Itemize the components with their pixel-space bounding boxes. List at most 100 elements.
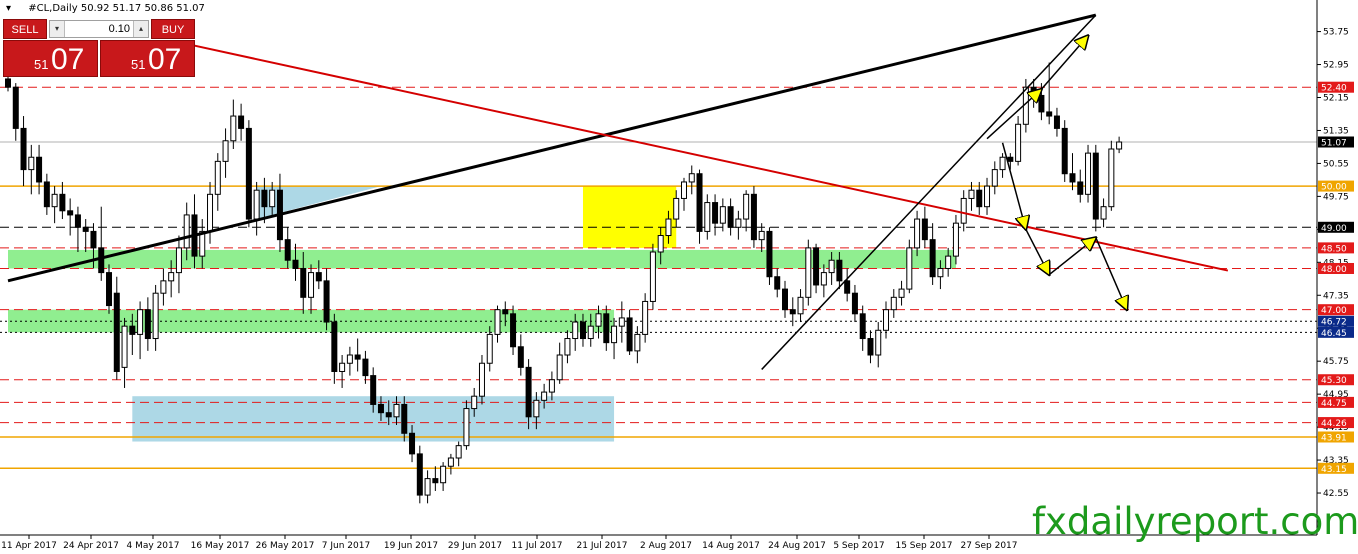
watermark-text: fxdailyreport.com <box>1032 500 1358 543</box>
y-tick-label: 50.55 <box>1323 159 1349 169</box>
candle-body <box>680 181 687 199</box>
candle-body <box>618 317 625 327</box>
candle-body <box>346 354 353 364</box>
x-tick-label: 16 May 2017 <box>191 541 250 551</box>
candle-body <box>603 313 610 344</box>
candle-body <box>805 247 812 298</box>
quantity-input[interactable]: ▾ 0.10 ▴ <box>49 20 149 38</box>
candle-body <box>1100 206 1107 220</box>
candle-body <box>1038 94 1045 113</box>
x-tick-label: 29 Jun 2017 <box>448 541 502 551</box>
candle-body <box>921 218 928 241</box>
candle-body <box>59 193 66 212</box>
candle-body <box>432 478 439 484</box>
candle-body <box>766 230 773 278</box>
candle-body <box>673 197 680 220</box>
price-label: 44.75 <box>1321 399 1347 409</box>
candle-body <box>129 325 136 335</box>
buy-price-big: 07 <box>148 43 182 76</box>
candle-body <box>168 272 175 282</box>
candle-body <box>533 399 540 418</box>
candle-body <box>906 247 913 290</box>
x-tick-label: 14 Aug 2017 <box>702 541 760 551</box>
candle-body <box>758 230 765 241</box>
candle-body <box>370 375 377 405</box>
candle-body <box>859 313 866 340</box>
candle-body <box>5 78 11 88</box>
candle-body <box>844 280 851 294</box>
arrow-layer <box>986 36 1127 310</box>
candle-body <box>230 115 237 142</box>
candle-body <box>245 127 252 220</box>
candle-body <box>719 206 726 224</box>
candle-body <box>315 272 322 282</box>
candle-body <box>548 379 555 393</box>
y-tick-label: 53.75 <box>1323 28 1349 38</box>
projection-arrow <box>1040 36 1088 90</box>
candle-body <box>463 408 470 447</box>
candle-body <box>36 156 43 183</box>
candle-body <box>160 280 167 294</box>
one-click-trading-panel: SELL ▾ 0.10 ▴ BUY 51 07 51 07 <box>3 19 195 77</box>
price-chart: 53.7552.9552.1551.3550.5549.7548.9548.15… <box>0 0 1354 551</box>
sell-button[interactable]: SELL <box>3 19 47 39</box>
candle-body <box>634 333 641 352</box>
candle-body <box>696 173 703 232</box>
candle-body <box>774 276 781 290</box>
candle-body <box>782 288 788 311</box>
x-tick-label: 11 Jul 2017 <box>512 541 563 551</box>
candle-body <box>898 288 905 298</box>
candle-body <box>98 247 105 274</box>
candle-body <box>393 403 400 418</box>
candle-body <box>28 156 35 171</box>
candle-body <box>929 239 936 278</box>
chevron-up-icon[interactable]: ▴ <box>133 21 148 37</box>
candle-body <box>945 255 952 269</box>
candle-body <box>704 202 711 232</box>
candle-body <box>1085 152 1092 195</box>
candle-body <box>999 156 1006 171</box>
candle-body <box>300 267 307 298</box>
price-label: 44.26 <box>1321 419 1347 429</box>
y-tick-label: 42.55 <box>1323 489 1349 499</box>
candle-body <box>541 391 548 401</box>
candle-body <box>510 313 517 348</box>
candle-body <box>991 169 998 187</box>
symbol-label: #CL,Daily <box>28 3 78 14</box>
sell-price-button[interactable]: 51 07 <box>3 40 98 77</box>
y-tick-label: 51.35 <box>1323 126 1349 136</box>
candle-body <box>113 292 120 372</box>
candle-body <box>354 354 361 360</box>
candle-body <box>455 445 462 459</box>
candle-body <box>183 214 190 249</box>
chevron-down-icon[interactable]: ▾ <box>50 21 65 37</box>
candle-body <box>409 432 416 455</box>
x-tick-label: 26 May 2017 <box>256 541 315 551</box>
candle-body <box>1108 148 1115 208</box>
y-tick-label: 52.15 <box>1323 94 1349 104</box>
candle-body <box>424 478 431 496</box>
candle-body <box>750 193 757 241</box>
menu-arrow-icon[interactable]: ▾ <box>6 3 11 14</box>
buy-price-button[interactable]: 51 07 <box>100 40 195 77</box>
ohlc-values: 50.92 51.17 50.86 51.07 <box>80 3 205 14</box>
x-tick-label: 24 Apr 2017 <box>63 541 119 551</box>
candle-body <box>323 280 330 323</box>
candle-body <box>207 193 214 232</box>
buy-button[interactable]: BUY <box>151 19 195 39</box>
price-label: 47.00 <box>1321 306 1347 316</box>
candle-body <box>82 226 89 232</box>
price-label: 43.15 <box>1321 465 1347 475</box>
x-tick-label: 27 Sep 2017 <box>960 541 1017 551</box>
y-tick-label: 52.95 <box>1323 61 1349 71</box>
candle-body <box>12 86 19 129</box>
candle-body <box>556 354 563 381</box>
trendline <box>761 14 1097 370</box>
candle-body <box>502 309 509 315</box>
candle-body <box>152 292 159 340</box>
candle-body <box>447 457 454 467</box>
candle-body <box>883 309 890 331</box>
candle-body <box>1061 127 1068 175</box>
candle-body <box>797 296 804 315</box>
candle-body <box>649 251 656 302</box>
